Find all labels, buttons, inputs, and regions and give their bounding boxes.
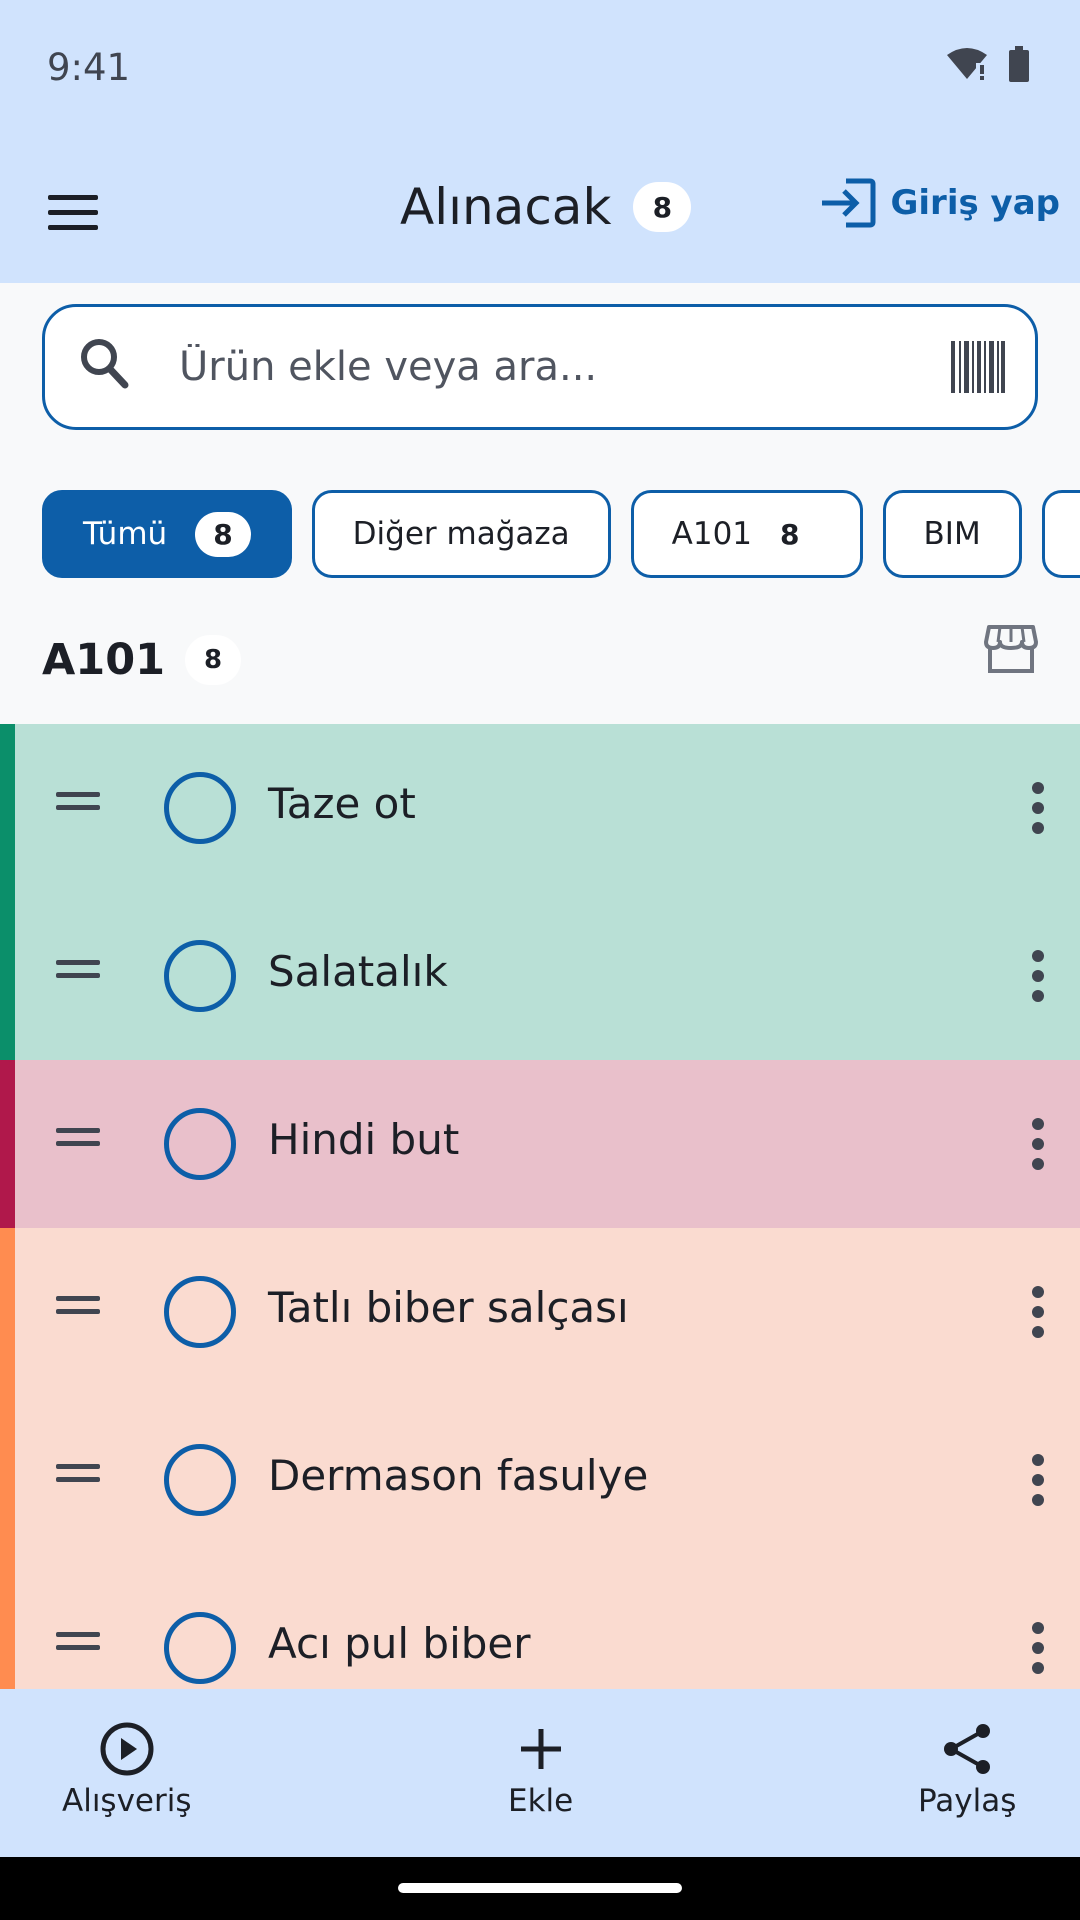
store-icon[interactable] xyxy=(984,624,1038,674)
nav-shopping[interactable]: Alışveriş xyxy=(62,1721,192,1819)
more-vert-icon[interactable] xyxy=(1030,1284,1046,1340)
item-checkbox[interactable] xyxy=(164,772,236,844)
nav-add-label: Ekle xyxy=(508,1783,574,1819)
share-icon xyxy=(944,1724,991,1774)
wifi-icon xyxy=(947,48,987,80)
chip-a101[interactable]: A101 8 xyxy=(630,490,863,578)
chip-label: Tümü xyxy=(83,516,168,552)
status-bar: 9:41 xyxy=(0,0,1080,140)
title-group: Alınacak 8 xyxy=(400,178,692,236)
more-vert-icon[interactable] xyxy=(1030,780,1046,836)
item-checkbox[interactable] xyxy=(164,1612,236,1684)
category-color-strip xyxy=(0,1564,15,1689)
item-label: Dermason fasulye xyxy=(268,1451,649,1500)
system-gesture-bar xyxy=(0,1857,1080,1920)
login-label: Giriş yap xyxy=(890,183,1060,223)
chip-label: A101 xyxy=(671,516,753,552)
item-label: Salatalık xyxy=(268,947,448,996)
list-item[interactable]: Taze ot xyxy=(0,724,1080,892)
title-count-badge: 8 xyxy=(633,182,692,232)
chip-all[interactable]: Tümü 8 xyxy=(42,490,292,578)
list-item[interactable]: Acı pul biber xyxy=(0,1564,1080,1689)
chip-count: 8 xyxy=(780,517,800,551)
drag-handle-icon[interactable] xyxy=(56,790,100,812)
store-filter-chips: Tümü 8 Diğer mağaza A101 8 BIM C xyxy=(42,490,1080,580)
drag-handle-icon[interactable] xyxy=(56,1462,100,1484)
chip-c[interactable]: C xyxy=(1041,490,1080,578)
list-item[interactable]: Hindi but xyxy=(0,1060,1080,1228)
chip-other-store[interactable]: Diğer mağaza xyxy=(311,490,611,578)
more-vert-icon[interactable] xyxy=(1030,1116,1046,1172)
item-label: Hindi but xyxy=(268,1115,460,1164)
category-color-strip xyxy=(0,1396,15,1564)
list-item[interactable]: Tatlı biber salçası xyxy=(0,1228,1080,1396)
play-circle-icon xyxy=(100,1722,154,1776)
more-vert-icon[interactable] xyxy=(1030,948,1046,1004)
list-item[interactable]: Dermason fasulye xyxy=(0,1396,1080,1564)
login-icon xyxy=(822,178,876,228)
more-vert-icon[interactable] xyxy=(1030,1620,1046,1676)
drag-handle-icon[interactable] xyxy=(56,1630,100,1652)
section-count-badge: 8 xyxy=(185,635,242,685)
item-checkbox[interactable] xyxy=(164,1276,236,1348)
search-input[interactable] xyxy=(179,329,919,405)
drag-handle-icon[interactable] xyxy=(56,958,100,980)
section-title: A101 xyxy=(42,635,166,685)
chip-label: Diğer mağaza xyxy=(352,516,570,552)
menu-button[interactable] xyxy=(30,170,116,256)
item-label: Acı pul biber xyxy=(268,1619,531,1668)
login-button[interactable]: Giriş yap xyxy=(820,178,1060,228)
barcode-icon[interactable] xyxy=(951,341,1005,393)
battery-icon xyxy=(1009,46,1029,82)
status-icons xyxy=(946,46,1030,82)
category-color-strip xyxy=(0,1228,15,1396)
chip-count: 8 xyxy=(195,511,251,557)
menu-icon xyxy=(48,195,98,230)
nav-shopping-label: Alışveriş xyxy=(62,1783,192,1819)
home-indicator[interactable] xyxy=(398,1883,682,1893)
list-item[interactable]: Salatalık xyxy=(0,892,1080,1060)
chip-label: BIM xyxy=(923,516,981,552)
page-title: Alınacak xyxy=(400,178,612,236)
nav-share[interactable]: Paylaş xyxy=(918,1721,1016,1819)
nav-add[interactable]: Ekle xyxy=(508,1721,573,1819)
bottom-nav: Alışveriş Ekle Paylaş xyxy=(0,1689,1080,1857)
drag-handle-icon[interactable] xyxy=(56,1294,100,1316)
drag-handle-icon[interactable] xyxy=(56,1126,100,1148)
search-box[interactable] xyxy=(42,304,1038,430)
section-header: A101 8 xyxy=(42,625,1038,690)
item-label: Tatlı biber salçası xyxy=(268,1283,629,1332)
search-icon xyxy=(81,339,129,389)
item-label: Taze ot xyxy=(268,779,416,828)
chip-bim[interactable]: BIM xyxy=(882,490,1022,578)
status-time: 9:41 xyxy=(47,46,131,89)
plus-icon xyxy=(520,1729,561,1769)
item-checkbox[interactable] xyxy=(164,1444,236,1516)
nav-share-label: Paylaş xyxy=(918,1783,1017,1819)
category-color-strip xyxy=(0,892,15,1060)
category-color-strip xyxy=(0,724,15,892)
shopping-list: Taze ot Salatalık Hindi but Tatlı biber sal… xyxy=(0,724,1080,1689)
more-vert-icon[interactable] xyxy=(1030,1452,1046,1508)
item-checkbox[interactable] xyxy=(164,1108,236,1180)
category-color-strip xyxy=(0,1060,15,1228)
app-bar: Alınacak 8 Giriş yap xyxy=(0,140,1080,283)
item-checkbox[interactable] xyxy=(164,940,236,1012)
